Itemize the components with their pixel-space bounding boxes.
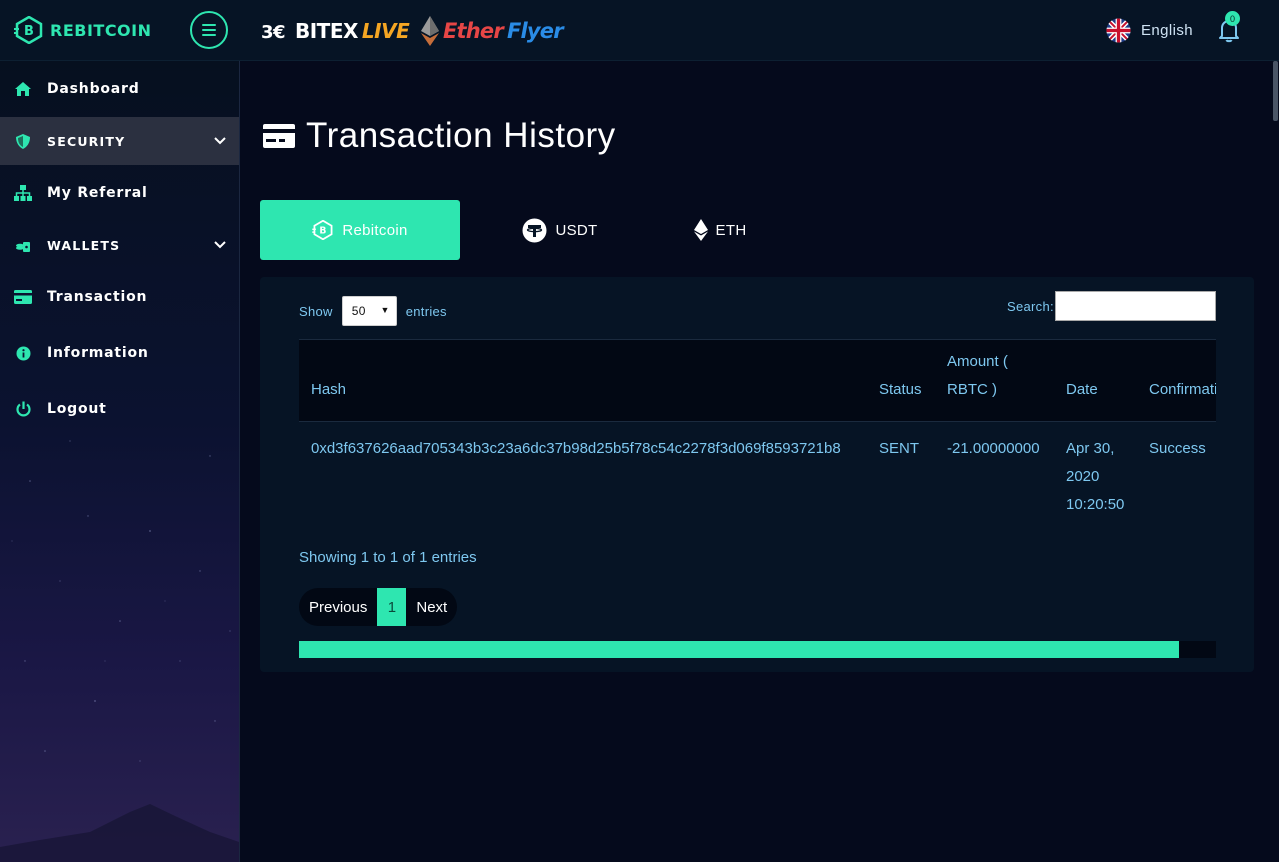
sidebar-item-label: My Referral (47, 185, 148, 201)
bitexlive-text-a: BITEX (295, 19, 358, 43)
sidebar-item-my-referral[interactable]: My Referral (0, 169, 239, 217)
bitexlive-logo[interactable]: 3€ BITEX LIVE (261, 17, 410, 45)
search-input[interactable] (1054, 291, 1216, 321)
next-page-button[interactable]: Next (406, 588, 457, 626)
tether-icon (522, 218, 547, 242)
etherflyer-logo[interactable]: Ether Flyer (421, 15, 564, 47)
sidebar-item-security[interactable]: SECURITY (0, 117, 239, 165)
rebitcoin-logo-icon: B (312, 220, 333, 240)
tab-label: Rebitcoin (342, 221, 408, 239)
entries-length-control: Show 50 ▼ entries (299, 296, 447, 326)
top-bar: B REBITCOIN 3€ BITEX LIVE Ether Flyer En… (0, 0, 1279, 61)
column-header-date[interactable]: Date (1054, 339, 1137, 422)
wallet-coins-icon (14, 236, 32, 254)
sitemap-icon (14, 184, 32, 202)
sidebar-item-label: Information (47, 345, 149, 361)
column-header-hash[interactable]: Hash (299, 339, 867, 422)
transactions-table-container: Hash Status Amount ( RBTC ) Date Confirm… (299, 339, 1216, 529)
credit-card-icon (263, 124, 295, 148)
menu-toggle-button[interactable] (190, 11, 228, 49)
sidebar-item-label: SECURITY (47, 133, 126, 149)
svg-text:3€: 3€ (261, 22, 285, 42)
brand-logo[interactable]: B REBITCOIN (14, 16, 152, 44)
table-search: Search: (1007, 291, 1216, 321)
credit-card-icon (14, 288, 32, 306)
etherflyer-text-a: Ether (443, 19, 504, 43)
uk-flag-icon (1106, 17, 1131, 43)
language-label: English (1141, 21, 1193, 39)
page-title-text: Transaction History (306, 116, 616, 155)
sidebar: Dashboard SECURITY My Referral WALLETS T… (0, 61, 240, 862)
hamburger-line (202, 29, 216, 31)
vertical-scrollbar[interactable] (1272, 61, 1279, 862)
horizontal-scrollbar[interactable] (299, 641, 1216, 658)
brand-name: REBITCOIN (50, 20, 152, 40)
power-icon (14, 400, 32, 418)
table-info: Showing 1 to 1 of 1 entries (299, 549, 477, 566)
notifications-button[interactable]: 0 (1217, 11, 1241, 43)
cell-amount: -21.00000000 (947, 440, 1040, 457)
cell-status: SENT (879, 440, 920, 457)
bitexlive-text-b: LIVE (361, 19, 410, 43)
home-icon (14, 80, 32, 98)
sidebar-item-label: WALLETS (47, 237, 121, 253)
page-size-value: 50 (351, 304, 366, 318)
chevron-down-icon (214, 137, 226, 145)
ethereum-diamond-icon (421, 16, 439, 46)
show-label: Show (299, 303, 333, 319)
entries-label: entries (405, 303, 447, 319)
sidebar-item-transaction[interactable]: Transaction (0, 273, 239, 321)
sidebar-item-wallets[interactable]: WALLETS (0, 221, 239, 269)
table-header-row: Hash Status Amount ( RBTC ) Date Confirm… (299, 339, 1216, 422)
page-size-select[interactable]: 50 ▼ (341, 296, 397, 326)
notification-count-badge: 0 (1225, 11, 1240, 26)
hamburger-icon (202, 24, 216, 26)
column-header-confirmations[interactable]: Confirmations (1137, 339, 1216, 422)
pagination: Previous 1 Next (299, 588, 458, 626)
dropdown-arrow-icon: ▼ (380, 305, 390, 315)
column-header-amount[interactable]: Amount ( RBTC ) (935, 339, 1054, 422)
page-title: Transaction History (263, 114, 616, 158)
tab-label: ETH (715, 221, 747, 239)
cell-confirmation: Success (1149, 440, 1206, 457)
previous-page-button[interactable]: Previous (299, 588, 377, 626)
sidebar-item-dashboard[interactable]: Dashboard (0, 65, 239, 113)
table-row: 0xd3f637626aad705343b3c23a6dc37b98d25b5f… (299, 422, 1216, 527)
transactions-table: Hash Status Amount ( RBTC ) Date Confirm… (299, 339, 1216, 527)
hamburger-line (202, 34, 216, 36)
ethereum-icon (693, 219, 708, 241)
etherflyer-text-b: Flyer (506, 19, 564, 43)
horizontal-scrollbar-thumb[interactable] (299, 641, 1179, 658)
search-label: Search: (1007, 298, 1054, 314)
column-header-status[interactable]: Status (867, 339, 935, 422)
sidebar-item-label: Logout (47, 401, 107, 417)
bitexlive-mark-icon: 3€ (261, 22, 286, 42)
cell-date: Apr 30, 2020 10:20:50 (1066, 440, 1125, 513)
rebitcoin-logo-icon: B (14, 16, 43, 44)
sidebar-item-label: Dashboard (47, 81, 140, 97)
sidebar-item-information[interactable]: Information (0, 329, 239, 377)
vertical-scrollbar-thumb[interactable] (1273, 61, 1278, 121)
sidebar-item-label: Transaction (47, 289, 148, 305)
tab-rebitcoin[interactable]: B Rebitcoin (260, 200, 460, 260)
info-icon (14, 344, 32, 362)
svg-text:B: B (24, 24, 34, 39)
svg-text:B: B (320, 226, 327, 237)
cell-hash[interactable]: 0xd3f637626aad705343b3c23a6dc37b98d25b5f… (299, 422, 867, 527)
tab-label: USDT (555, 221, 598, 239)
language-selector[interactable]: English (1106, 17, 1193, 43)
shield-icon (14, 132, 32, 150)
chevron-down-icon (214, 241, 226, 249)
tab-eth[interactable]: ETH (620, 200, 820, 260)
mountain-silhouette (0, 804, 239, 862)
sidebar-item-logout[interactable]: Logout (0, 385, 239, 433)
page-1-button[interactable]: 1 (377, 588, 407, 626)
